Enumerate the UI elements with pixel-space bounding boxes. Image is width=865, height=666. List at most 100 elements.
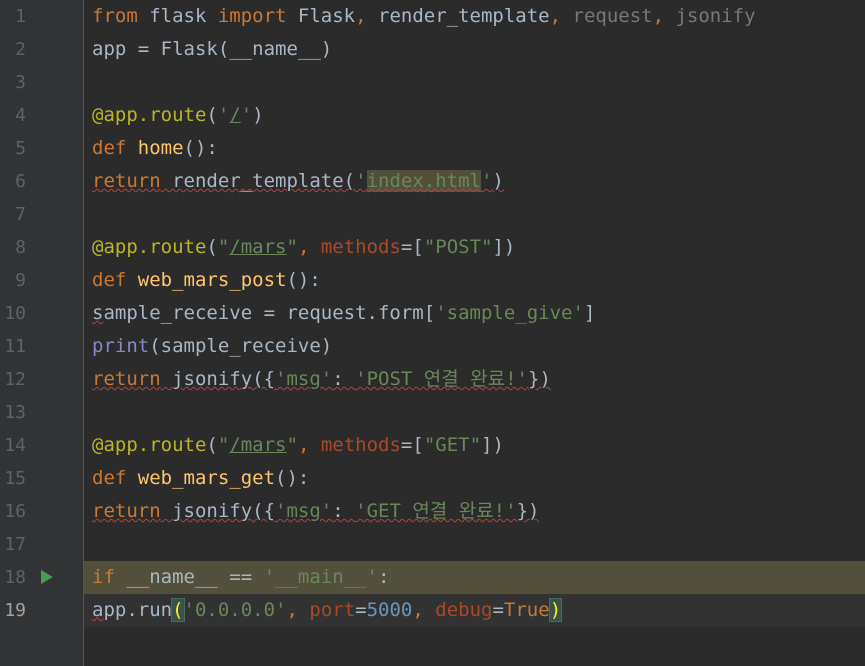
code-token: @app.route	[92, 434, 207, 456]
code-token: (	[206, 104, 218, 126]
code-line-text: if __name__ == '__main__':	[92, 561, 389, 594]
code-line-text: def web_mars_post():	[92, 264, 321, 297]
line-number: 13	[4, 402, 26, 423]
code-token: (	[206, 236, 218, 258]
line-number-gutter[interactable]: 1 2 3 4 5 6 7 8 9 10 11 12 13 14 15 16 17 18 19	[0, 0, 84, 666]
line-number: 10	[4, 303, 26, 324]
code-token: ,	[652, 5, 676, 27]
code-token: =	[355, 599, 367, 621]
line-number: 11	[4, 336, 26, 357]
code-token: "	[286, 434, 298, 456]
code-token: def	[92, 137, 138, 159]
code-token: from	[92, 5, 138, 27]
code-token: 'GET 연결 완료!'	[355, 500, 517, 522]
code-line-text: from flask import Flask, render_template…	[92, 0, 756, 33]
code-token: =	[492, 599, 504, 621]
code-area[interactable]: from flask import Flask, render_template…	[84, 0, 865, 666]
code-token: 'msg'	[275, 500, 333, 522]
line-number: 17	[4, 534, 26, 555]
code-token: ,	[286, 599, 310, 621]
code-token: )	[548, 598, 563, 622]
code-token: /mars	[229, 236, 287, 258]
line-number: 1	[15, 6, 26, 27]
code-token: def	[92, 269, 138, 291]
code-line[interactable]: def web_mars_get():	[84, 462, 865, 495]
code-token: ,	[297, 434, 321, 456]
code-line[interactable]: if __name__ == '__main__':	[84, 561, 865, 594]
code-line[interactable]: @app.route("/mars", methods=["GET"])	[84, 429, 865, 462]
code-token: index.html	[366, 170, 481, 192]
code-line[interactable]: return jsonify({'msg': 'GET 연결 완료!'})	[84, 495, 865, 528]
code-token: '__main__'	[263, 566, 378, 588]
code-token: :	[332, 500, 356, 522]
code-token: app = Flask(__name__)	[92, 38, 333, 60]
code-line[interactable]: from flask import Flask, render_template…	[84, 0, 865, 33]
code-line[interactable]: return render_template('index.html')	[84, 165, 865, 198]
code-token: ,	[549, 5, 573, 27]
code-line[interactable]	[84, 198, 865, 231]
code-line[interactable]: sample_receive = request.form['sample_gi…	[84, 297, 865, 330]
code-token: "POST"	[423, 236, 493, 258]
code-token: '	[355, 170, 367, 192]
code-line-text: app = Flask(__name__)	[92, 33, 332, 66]
line-number: 2	[15, 39, 26, 60]
code-token: 5000	[366, 599, 413, 621]
run-triangle-icon[interactable]	[41, 570, 53, 584]
code-token: s	[92, 302, 104, 324]
code-line-text: @app.route("/mars", methods=["GET"])	[92, 429, 504, 462]
code-token: "	[286, 236, 298, 258]
code-token: :	[378, 566, 390, 588]
code-token: flask	[137, 5, 218, 27]
code-token: jsonify({	[160, 500, 276, 522]
code-token: Flask	[286, 5, 356, 27]
line-number: 9	[15, 270, 26, 291]
code-token: methods	[320, 236, 401, 258]
code-line[interactable]: app.run('0.0.0.0', port=5000, debug=True…	[84, 594, 865, 627]
code-token: (	[171, 598, 185, 622]
code-line[interactable]	[84, 528, 865, 561]
code-line[interactable]	[84, 396, 865, 429]
code-token: pp.run	[103, 599, 173, 621]
line-number: 3	[15, 72, 26, 93]
code-token: ,	[355, 5, 379, 27]
code-line[interactable]	[84, 66, 865, 99]
code-token: ():	[275, 467, 310, 489]
code-line[interactable]: def web_mars_post():	[84, 264, 865, 297]
code-token: home	[137, 137, 184, 159]
line-number: 16	[4, 501, 26, 522]
code-line-text: return render_template('index.html')	[92, 165, 504, 198]
code-line[interactable]: print(sample_receive)	[84, 330, 865, 363]
code-token: web_mars_get	[137, 467, 276, 489]
code-token: @app.route	[92, 104, 207, 126]
code-line[interactable]: @app.route("/mars", methods=["POST"])	[84, 231, 865, 264]
code-token: ]	[583, 302, 596, 324]
code-token: @app.route	[92, 236, 207, 258]
code-token: def	[92, 467, 138, 489]
code-line-text: @app.route("/mars", methods=["POST"])	[92, 231, 515, 264]
line-number: 18	[4, 567, 26, 588]
code-token: "GET"	[423, 434, 482, 456]
code-token: a	[92, 599, 104, 621]
code-line-text: return jsonify({'msg': 'POST 연결 완료!'})	[92, 363, 551, 396]
code-line[interactable]: app = Flask(__name__)	[84, 33, 865, 66]
code-token: return	[92, 500, 161, 522]
code-token: ():	[183, 137, 218, 159]
code-token: return	[92, 368, 161, 390]
code-line[interactable]: @app.route('/')	[84, 99, 865, 132]
code-token: '0.0.0.0'	[183, 599, 287, 621]
code-line-text: return jsonify({'msg': 'GET 연결 완료!'})	[92, 495, 539, 528]
line-number: 7	[15, 204, 26, 225]
code-line[interactable]: def home():	[84, 132, 865, 165]
code-token: return	[92, 170, 161, 192]
code-token: render_template	[378, 5, 550, 27]
code-token: web_mars_post	[137, 269, 287, 291]
code-token: print	[92, 335, 150, 357]
code-line[interactable]: return jsonify({'msg': 'POST 연결 완료!'})	[84, 363, 865, 396]
code-token: )	[492, 170, 504, 192]
code-line-text: def web_mars_get():	[92, 462, 309, 495]
code-token: =[	[400, 236, 424, 258]
code-editor[interactable]: 1 2 3 4 5 6 7 8 9 10 11 12 13 14 15 16 17 18 19 from flask…	[0, 0, 865, 666]
code-token: "	[217, 434, 230, 456]
code-token: )	[252, 104, 264, 126]
code-token: '	[240, 104, 253, 126]
